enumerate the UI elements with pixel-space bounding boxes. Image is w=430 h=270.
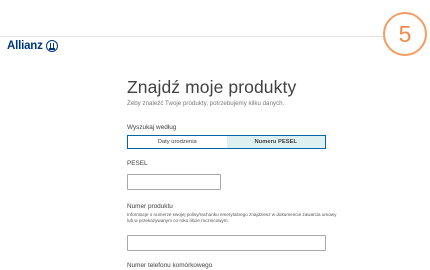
brand-name: Allianz: [7, 40, 43, 52]
allianz-eagle-icon: [45, 40, 58, 52]
page-subtitle: Żeby znaleźć Twoje produkty, potrzebujem…: [127, 100, 285, 107]
page-title: Znajdź moje produkty: [127, 77, 297, 97]
search-by-label: Wyszukaj według: [127, 124, 177, 131]
option-pesel-number[interactable]: Numeru PESEL: [226, 136, 325, 148]
step-number: 5: [398, 20, 412, 47]
product-number-label: Numer produktu: [127, 203, 173, 210]
pesel-label: PESEL: [127, 160, 148, 167]
option-birth-date[interactable]: Daty urodzenia: [128, 136, 227, 148]
allianz-logo[interactable]: Allianz: [7, 39, 58, 53]
phone-number-label: Numer telefonu komórkowego: [127, 262, 213, 269]
step-badge: 5: [383, 12, 427, 56]
product-number-input[interactable]: [127, 235, 326, 251]
pesel-input[interactable]: [127, 174, 221, 190]
search-by-toggle: Daty urodzenia Numeru PESEL: [127, 135, 326, 149]
product-number-help: Informacje o numerze swojej polisy/rachu…: [127, 212, 337, 224]
